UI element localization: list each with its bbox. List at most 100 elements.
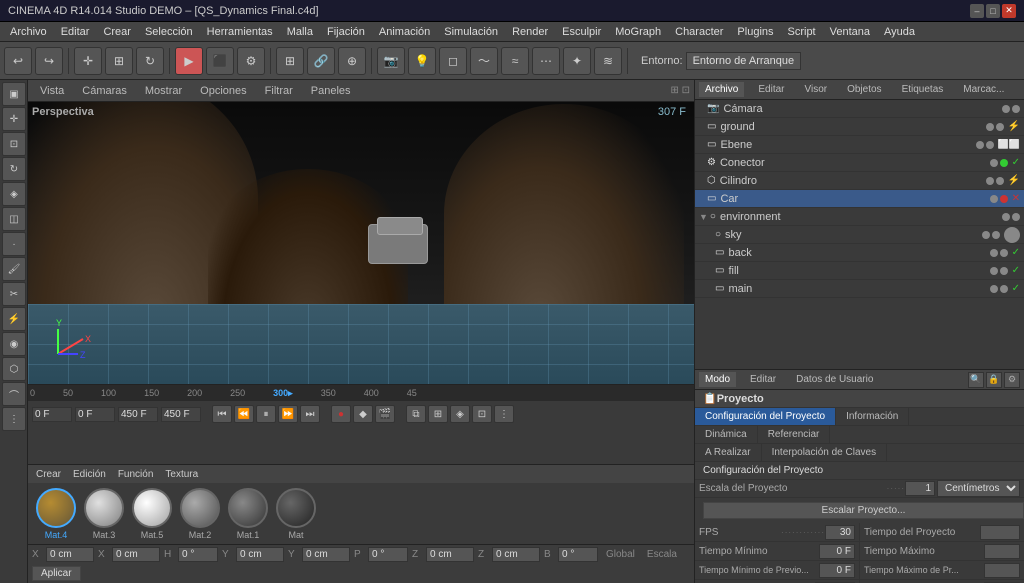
- anim-toggle-button[interactable]: 🎬: [375, 405, 395, 423]
- preview-end-input[interactable]: [161, 407, 201, 422]
- timeline-btn5[interactable]: ⋮: [494, 405, 514, 423]
- settings-icon[interactable]: ⚙: [1004, 372, 1020, 388]
- menu-item-fijación[interactable]: Fijación: [321, 24, 371, 40]
- menu-item-script[interactable]: Script: [782, 24, 822, 40]
- knife-tool[interactable]: ✂: [2, 282, 26, 306]
- escala-unit-select[interactable]: Centímetros Metros: [937, 480, 1020, 497]
- obj-row-camera[interactable]: 📷 Cámara: [695, 100, 1024, 118]
- mat-edicion[interactable]: Edición: [73, 469, 106, 480]
- tiempo-proyecto-input[interactable]: [980, 525, 1020, 540]
- snap-button[interactable]: 🔗: [307, 47, 335, 75]
- timeline-btn1[interactable]: ⧉: [406, 405, 426, 423]
- search-icon[interactable]: 🔍: [968, 372, 984, 388]
- nurbs-button[interactable]: ≈: [501, 47, 529, 75]
- obj-row-fill[interactable]: ▭ fill ✓: [695, 262, 1024, 280]
- viewport-tab-vista[interactable]: Vista: [32, 83, 72, 99]
- menu-item-editar[interactable]: Editar: [55, 24, 96, 40]
- h-input[interactable]: [178, 547, 218, 562]
- sx-input[interactable]: [112, 547, 160, 562]
- obj-row-conector[interactable]: ⚙ Conector ✓: [695, 154, 1024, 172]
- obj-tab-etiquetas[interactable]: Etiquetas: [896, 82, 950, 97]
- menu-item-ayuda[interactable]: Ayuda: [878, 24, 921, 40]
- go-start-button[interactable]: ⏮: [212, 405, 232, 423]
- attr-interpolacion-tab[interactable]: Interpolación de Claves: [762, 444, 888, 461]
- viewport-tab-opciones[interactable]: Opciones: [192, 83, 254, 99]
- menu-item-simulación[interactable]: Simulación: [438, 24, 504, 40]
- attr-arealizar-tab[interactable]: A Realizar: [695, 444, 762, 461]
- p-input[interactable]: [368, 547, 408, 562]
- attr-dinamica-tab[interactable]: Dinámica: [695, 426, 758, 443]
- axis-button[interactable]: ⊕: [338, 47, 366, 75]
- menu-item-malla[interactable]: Malla: [281, 24, 319, 40]
- bend-tool[interactable]: ⌒: [2, 382, 26, 406]
- obj-row-ground[interactable]: ▭ ground ⚡: [695, 118, 1024, 136]
- y-input[interactable]: [236, 547, 284, 562]
- material-item-mat.2[interactable]: Mat.2: [180, 488, 220, 540]
- menu-item-render[interactable]: Render: [506, 24, 554, 40]
- next-frame-button[interactable]: ⏩: [278, 405, 298, 423]
- material-item-mat.3[interactable]: Mat.3: [84, 488, 124, 540]
- sy-input[interactable]: [302, 547, 350, 562]
- viewport-tab-camaras[interactable]: Cámaras: [74, 83, 135, 99]
- obj-tab-marcac[interactable]: Marcac...: [957, 82, 1010, 97]
- current-frame-input[interactable]: [32, 407, 72, 422]
- particle-button[interactable]: ✦: [563, 47, 591, 75]
- escalar-proyecto-button[interactable]: Escalar Proyecto...: [703, 502, 1024, 519]
- render-settings-button[interactable]: ⚙: [237, 47, 265, 75]
- keyframe-button[interactable]: ◆: [353, 405, 373, 423]
- minimize-button[interactable]: –: [970, 4, 984, 18]
- menu-item-animación[interactable]: Animación: [373, 24, 436, 40]
- viewport-tab-filtrar[interactable]: Filtrar: [257, 83, 301, 99]
- record-button[interactable]: ●: [331, 405, 351, 423]
- obj-row-environment[interactable]: ▼ ○ environment: [695, 208, 1024, 226]
- menu-item-herramientas[interactable]: Herramientas: [201, 24, 279, 40]
- obj-row-car[interactable]: ▭ Car ✕: [695, 190, 1024, 208]
- apply-button[interactable]: Aplicar: [32, 566, 81, 581]
- escala-input[interactable]: [905, 481, 935, 496]
- select-tool[interactable]: ▣: [2, 82, 26, 106]
- obj-row-ebene[interactable]: ▭ Ebene ⬜⬜: [695, 136, 1024, 154]
- move-tool[interactable]: ✛: [2, 107, 26, 131]
- move-button[interactable]: ✛: [74, 47, 102, 75]
- menu-item-ventana[interactable]: Ventana: [824, 24, 876, 40]
- obj-row-back[interactable]: ▭ back ✓: [695, 244, 1024, 262]
- tprev-input[interactable]: [819, 563, 855, 578]
- close-button[interactable]: ✕: [1002, 4, 1016, 18]
- viewport-tab-paneles[interactable]: Paneles: [303, 83, 359, 99]
- obj-tab-archivo[interactable]: Archivo: [699, 82, 744, 97]
- camera-button[interactable]: 📷: [377, 47, 405, 75]
- material-item-mat.4[interactable]: Mat.4: [36, 488, 76, 540]
- point-tool[interactable]: ·: [2, 232, 26, 256]
- menu-item-selección[interactable]: Selección: [139, 24, 199, 40]
- menu-item-crear[interactable]: Crear: [97, 24, 137, 40]
- menu-item-mograph[interactable]: MoGraph: [609, 24, 667, 40]
- mat-textura[interactable]: Textura: [165, 469, 198, 480]
- edge-tool[interactable]: ◫: [2, 207, 26, 231]
- scale-tool[interactable]: ⊡: [2, 132, 26, 156]
- redo-button[interactable]: ↪: [35, 47, 63, 75]
- mat-crear[interactable]: Crear: [36, 469, 61, 480]
- extra-tool-1[interactable]: ⋮: [2, 407, 26, 431]
- play-button[interactable]: ⏸: [256, 405, 276, 423]
- attr-section-proyecto[interactable]: 📋 Proyecto: [695, 390, 1024, 408]
- 3d-viewport[interactable]: Perspectiva X Y Z 307 F: [28, 102, 694, 384]
- attr-referenciar-tab[interactable]: Referenciar: [758, 426, 831, 443]
- tmax-input[interactable]: [984, 544, 1020, 559]
- b-input[interactable]: [558, 547, 598, 562]
- obj-row-cilindro[interactable]: ⬡ Cilindro ⚡: [695, 172, 1024, 190]
- fps-input[interactable]: [825, 525, 855, 540]
- attr-config-tab[interactable]: Configuración del Proyecto: [695, 408, 836, 425]
- x-input[interactable]: [46, 547, 94, 562]
- go-end-button[interactable]: ⏭: [300, 405, 320, 423]
- timeline-btn2[interactable]: ⊞: [428, 405, 448, 423]
- grid-button[interactable]: ⊞: [276, 47, 304, 75]
- start-frame-input[interactable]: [75, 407, 115, 422]
- obj-row-sky[interactable]: ○ sky: [695, 226, 1024, 244]
- menu-item-archivo[interactable]: Archivo: [4, 24, 53, 40]
- menu-item-esculpir[interactable]: Esculpir: [556, 24, 607, 40]
- maximize-button[interactable]: □: [986, 4, 1000, 18]
- attr-tab-editar[interactable]: Editar: [744, 372, 782, 387]
- menu-item-plugins[interactable]: Plugins: [731, 24, 779, 40]
- deform-button[interactable]: ⋯: [532, 47, 560, 75]
- attr-tab-modo[interactable]: Modo: [699, 372, 736, 387]
